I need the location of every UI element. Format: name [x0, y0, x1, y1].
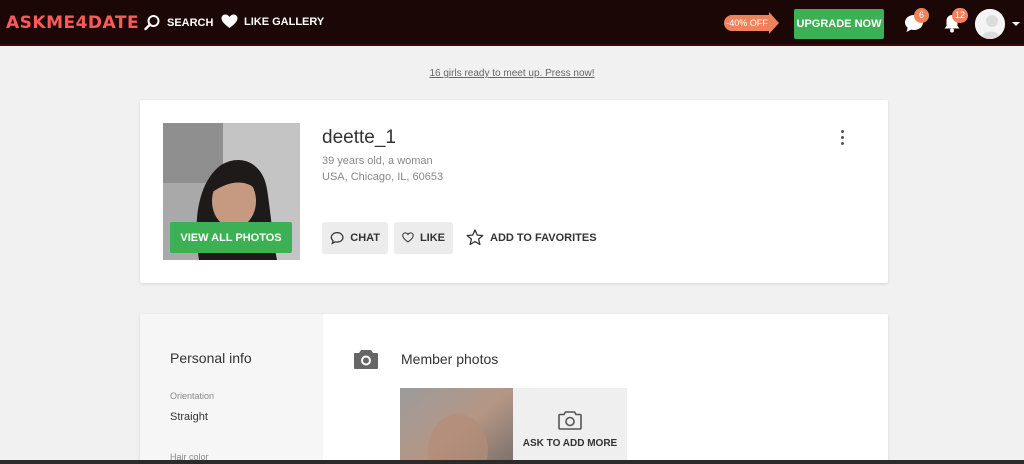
personal-info-panel: Personal info Orientation Straight Hair …	[140, 314, 323, 464]
messages-button[interactable]: 6	[903, 8, 929, 36]
chat-button-label: CHAT	[350, 231, 380, 244]
like-button-label: LIKE	[419, 231, 445, 244]
top-navigation-bar: ASKME4DATE SEARCH LIKE GALLERY -40% OFF …	[0, 0, 1024, 46]
blurred-photo-image	[400, 388, 513, 464]
heart-icon	[221, 14, 238, 28]
add-to-favorites-label: ADD TO FAVORITES	[490, 231, 597, 244]
chevron-down-icon[interactable]	[1012, 22, 1020, 26]
nav-search[interactable]: SEARCH	[144, 14, 213, 31]
nav-like-gallery[interactable]: LIKE GALLERY	[221, 14, 324, 29]
messages-count-badge: 6	[914, 8, 929, 23]
profile-username: deette_1	[322, 127, 396, 148]
profile-details-card: Personal info Orientation Straight Hair …	[140, 314, 888, 464]
member-photos-title: Member photos	[401, 351, 499, 367]
upgrade-now-button[interactable]: UPGRADE NOW	[794, 9, 884, 39]
orientation-value: Straight	[170, 411, 208, 423]
orientation-label: Orientation	[170, 391, 215, 401]
avatar-icon	[975, 9, 1005, 39]
profile-card: VIEW ALL PHOTOS deette_1 39 years old, a…	[140, 100, 888, 283]
profile-location: USA, Chicago, IL, 60653	[322, 171, 444, 183]
girls-ready-link[interactable]: 16 girls ready to meet up. Press now!	[0, 68, 1024, 79]
heart-outline-icon	[402, 232, 414, 243]
view-all-photos-button[interactable]: VIEW ALL PHOTOS	[170, 222, 292, 253]
ask-to-add-more-label: ASK TO ADD MORE	[522, 438, 618, 449]
personal-info-title: Personal info	[170, 350, 252, 366]
notifications-count-badge: 12	[952, 8, 969, 23]
site-logo[interactable]: ASKME4DATE	[6, 13, 139, 33]
chat-button[interactable]: CHAT	[322, 222, 388, 253]
add-to-favorites-button[interactable]: ADD TO FAVORITES	[460, 222, 603, 253]
discount-promo[interactable]: -40% OFF	[724, 12, 780, 34]
camera-outline-icon	[558, 411, 582, 430]
discount-label: -40% OFF	[724, 15, 770, 31]
star-outline-icon	[466, 229, 484, 246]
chat-icon	[330, 231, 344, 245]
search-icon	[144, 15, 160, 31]
nav-like-gallery-label: LIKE GALLERY	[244, 15, 325, 28]
arrow-right-icon	[769, 12, 779, 34]
profile-age-gender: 39 years old, a woman	[322, 155, 433, 167]
ask-to-add-more-button[interactable]: ASK TO ADD MORE	[513, 388, 627, 464]
camera-icon	[354, 350, 378, 369]
like-button[interactable]: LIKE	[394, 222, 453, 253]
notifications-button[interactable]: 12	[941, 8, 969, 36]
nav-search-label: SEARCH	[167, 16, 214, 29]
profile-photo[interactable]: VIEW ALL PHOTOS	[163, 123, 300, 260]
user-avatar[interactable]	[975, 9, 1005, 39]
more-options-icon[interactable]	[838, 130, 846, 148]
member-photo-thumbnail[interactable]	[400, 388, 513, 464]
bottom-edge	[0, 460, 1024, 464]
